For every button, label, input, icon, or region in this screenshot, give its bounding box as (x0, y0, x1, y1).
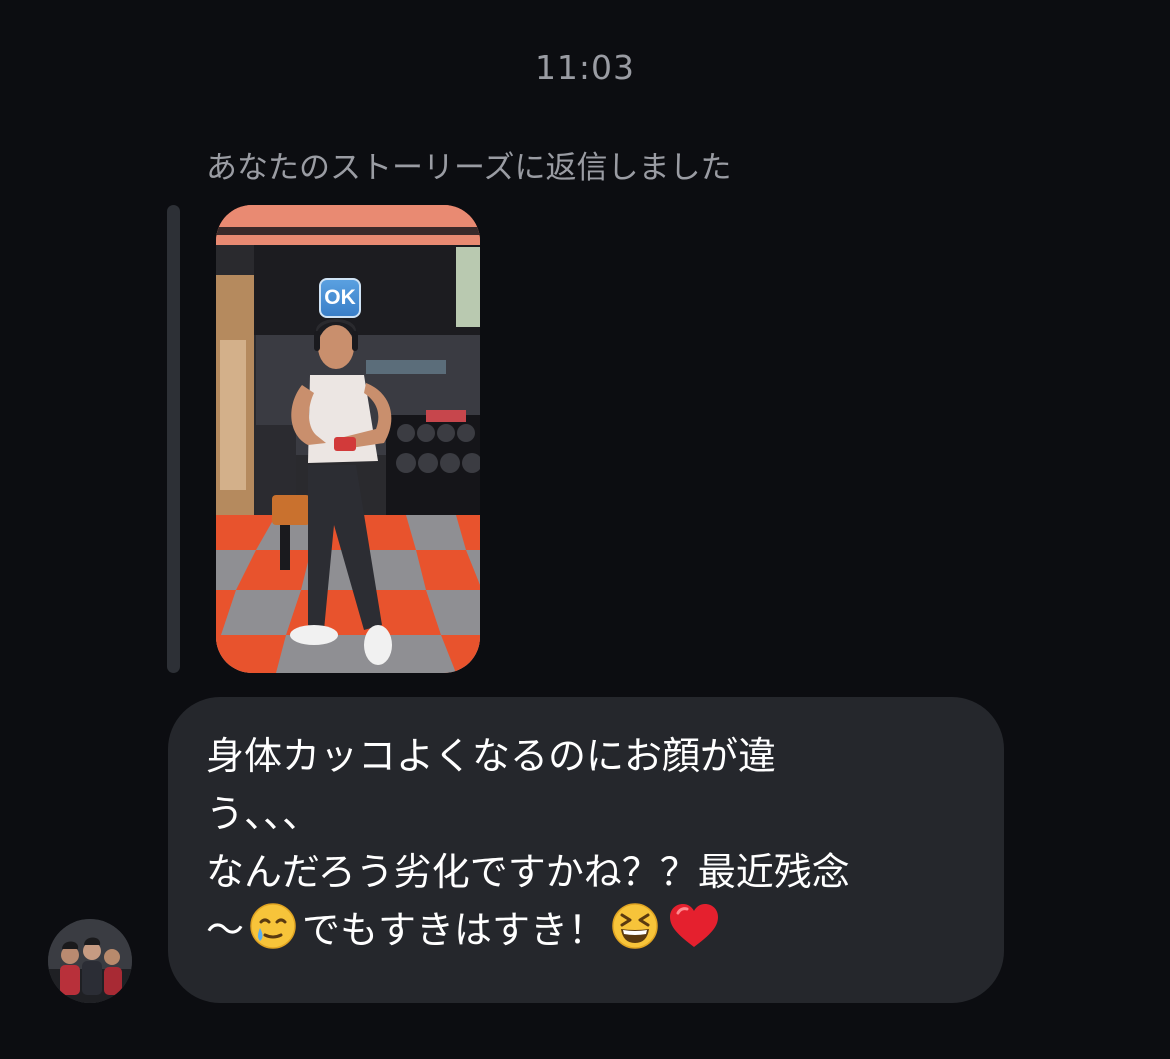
sender-avatar[interactable] (48, 919, 132, 1003)
red-heart-icon (668, 901, 720, 967)
message-line-2: う、、、 (206, 792, 321, 836)
message-line-4-start: 〜 (206, 908, 245, 952)
message-line-3: なんだろう劣化ですかね？？最近残念 (206, 850, 850, 894)
avatar-photo (48, 919, 132, 1003)
story-reply-label: あなたのストーリーズに返信しました (206, 150, 732, 186)
grinning-squinting-face-icon (610, 901, 660, 967)
message-line-4-end: でもすきはすき！ (302, 908, 607, 952)
story-photo (216, 205, 480, 673)
message-timestamp: 11:03 (534, 48, 636, 87)
ok-sticker: OK (319, 278, 361, 318)
message-bubble[interactable]: 身体カッコよくなるのにお顔が違 う、、、なんだろう劣化ですかね？？最近残念〜 でもす… (168, 697, 1004, 1003)
story-thumbnail[interactable]: OK (216, 205, 480, 673)
message-text: 身体カッコよくなるのにお顔が違 う、、、なんだろう劣化ですかね？？最近残念〜 でもす… (206, 727, 968, 967)
smiling-face-with-tear-icon (248, 901, 298, 967)
reply-quote-bar (167, 205, 180, 673)
message-line-1: 身体カッコよくなるのにお顔が違 (206, 734, 777, 778)
